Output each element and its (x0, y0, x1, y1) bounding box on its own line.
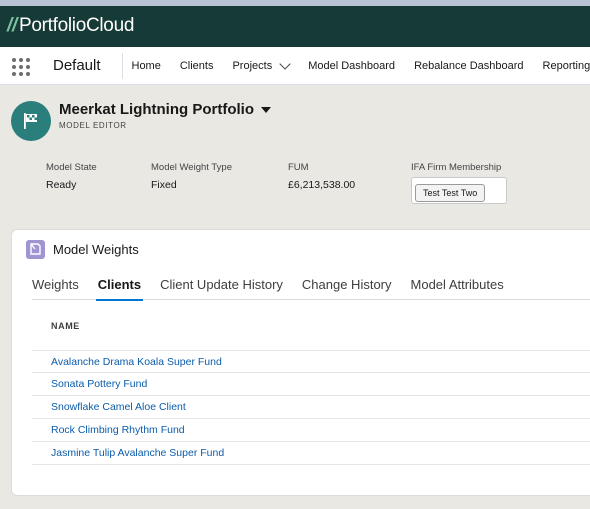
table-row: Snowflake Camel Aloe Client (32, 396, 590, 419)
field-value: Ready (46, 179, 77, 191)
record-title: Meerkat Lightning Portfolio (59, 101, 271, 118)
nav-item-reporting[interactable]: Reporting (533, 60, 590, 72)
client-link[interactable]: Jasmine Tulip Avalanche Super Fund (51, 447, 224, 459)
app-name: Default (53, 57, 101, 74)
tab-bar: Weights Clients Client Update History Ch… (32, 265, 590, 301)
client-list: Avalanche Drama Koala Super Fund Sonata … (32, 350, 590, 465)
field-value: Fixed (151, 179, 177, 191)
card-icon (26, 240, 45, 259)
nav-item-home[interactable]: Home (122, 60, 170, 72)
model-weights-card: Model Weights Weights Clients Client Upd… (11, 229, 590, 496)
brand-bar: // PortfolioCloud (0, 6, 590, 47)
tab-clients[interactable]: Clients (95, 265, 144, 301)
app-launcher-icon[interactable] (12, 58, 30, 76)
field-label: FUM (288, 162, 309, 173)
field-label: Model Weight Type (151, 162, 232, 173)
client-link[interactable]: Avalanche Drama Koala Super Fund (51, 356, 222, 368)
table-row: Jasmine Tulip Avalanche Super Fund (32, 442, 590, 465)
field-model-state: Model State Ready (46, 162, 97, 191)
field-model-weight-type: Model Weight Type Fixed (151, 162, 232, 191)
caret-down-icon[interactable] (261, 106, 271, 113)
client-link[interactable]: Sonata Pottery Fund (51, 378, 147, 390)
field-label: Model State (46, 162, 97, 173)
nav-bar: Default Home Clients Projects Model Dash… (0, 47, 590, 85)
field-value: £6,213,538.00 (288, 179, 356, 191)
tab-change-history[interactable]: Change History (302, 265, 392, 300)
membership-pill[interactable]: Test Test Two (415, 184, 486, 202)
record-subtitle: MODEL EDITOR (59, 121, 127, 130)
nav-items: Home Clients Projects Model Dashboard Re… (122, 47, 590, 85)
tab-client-update-history[interactable]: Client Update History (160, 265, 283, 300)
flag-icon (11, 101, 51, 141)
nav-item-projects[interactable]: Projects (223, 58, 299, 72)
record-header: Meerkat Lightning Portfolio MODEL EDITOR… (0, 86, 590, 216)
column-header-name[interactable]: NAME (51, 321, 80, 331)
nav-item-rebalance-dashboard[interactable]: Rebalance Dashboard (405, 60, 533, 72)
membership-box: Test Test Two (411, 177, 507, 204)
brand-logo[interactable]: // PortfolioCloud (7, 15, 134, 37)
card-title: Model Weights (53, 242, 139, 257)
client-link[interactable]: Rock Climbing Rhythm Fund (51, 424, 185, 436)
brand-slash: // (7, 15, 17, 36)
field-fum: FUM £6,213,538.00 (288, 162, 355, 191)
table-row: Sonata Pottery Fund (32, 373, 590, 396)
field-label: IFA Firm Membership (411, 162, 502, 173)
chevron-down-icon[interactable] (279, 58, 291, 70)
client-link[interactable]: Snowflake Camel Aloe Client (51, 401, 186, 413)
record-title-text: Meerkat Lightning Portfolio (59, 101, 254, 118)
brand-name: PortfolioCloud (18, 15, 135, 36)
tab-model-attributes[interactable]: Model Attributes (411, 265, 504, 300)
nav-item-projects-label: Projects (232, 60, 273, 72)
nav-item-model-dashboard[interactable]: Model Dashboard (299, 60, 405, 72)
tab-weights[interactable]: Weights (32, 265, 79, 300)
nav-item-clients[interactable]: Clients (170, 60, 223, 72)
field-ifa-firm-membership: IFA Firm Membership Test Test Two (411, 162, 507, 204)
table-row: Rock Climbing Rhythm Fund (32, 419, 590, 442)
table-row: Avalanche Drama Koala Super Fund (32, 350, 590, 373)
